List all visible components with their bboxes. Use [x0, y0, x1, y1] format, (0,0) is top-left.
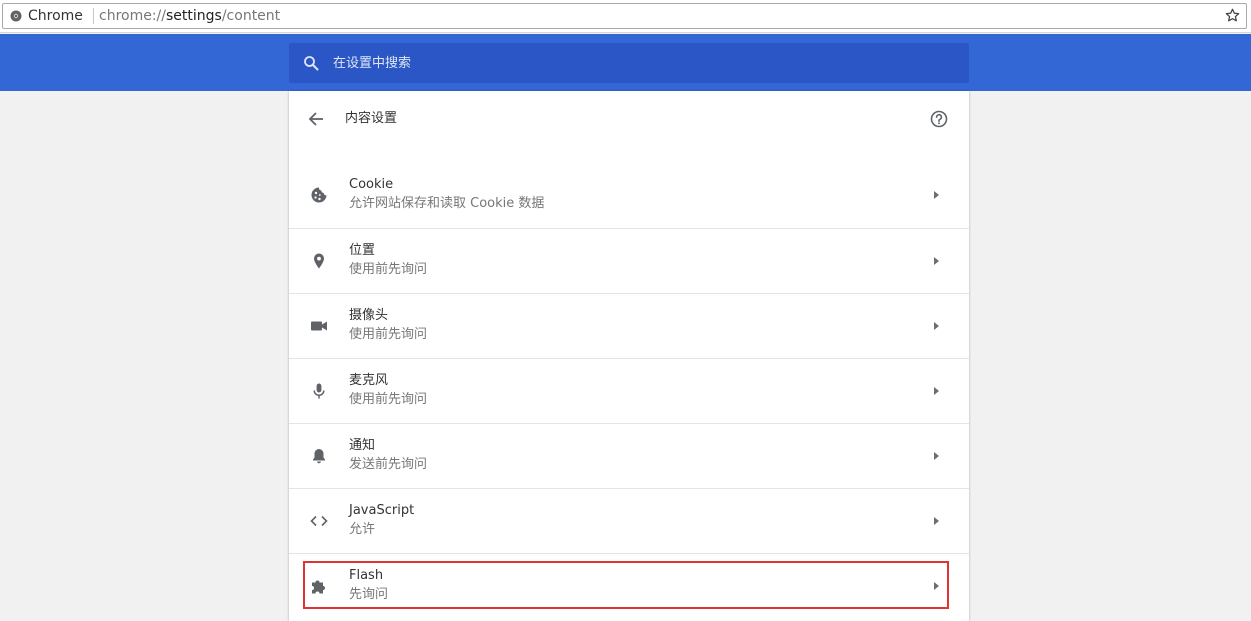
- chevron-right-icon: [934, 387, 939, 395]
- chrome-logo-icon: [10, 10, 22, 22]
- settings-row-location[interactable]: 位置 使用前先询问: [289, 228, 969, 293]
- settings-row-flash[interactable]: Flash 先询问: [289, 553, 969, 618]
- settings-row-label: 位置: [349, 243, 376, 258]
- content-settings-card: 内容设置 Cookie 允许网站保存和读取 Cookie 数据 位置 使用前先询…: [289, 91, 969, 621]
- settings-row-camera[interactable]: 摄像头 使用前先询问: [289, 293, 969, 358]
- url-text[interactable]: chrome://settings/content: [99, 7, 280, 25]
- puzzle-icon: [309, 576, 329, 596]
- chevron-right-icon: [934, 582, 939, 590]
- settings-row-subtitle: 使用前先询问: [349, 262, 428, 277]
- search-icon[interactable]: [303, 55, 319, 71]
- chevron-right-icon: [934, 452, 939, 460]
- chevron-right-icon: [934, 517, 939, 525]
- settings-row-notifications[interactable]: 通知 发送前先询问: [289, 423, 969, 488]
- settings-row-subtitle: 使用前先询问: [349, 392, 428, 407]
- arrow-back-icon[interactable]: [307, 109, 327, 129]
- location-pin-icon: [309, 251, 329, 271]
- page-title: 内容设置: [345, 111, 398, 126]
- url-path: /content: [221, 8, 281, 24]
- settings-row-subtitle: 先询问: [349, 587, 389, 602]
- omnibox[interactable]: Chrome chrome://settings/content: [2, 3, 1247, 29]
- settings-search-box[interactable]: [289, 43, 969, 83]
- settings-row-label: 通知: [349, 438, 376, 453]
- settings-row-label: 摄像头: [349, 308, 389, 323]
- code-icon: [309, 511, 329, 531]
- settings-row-javascript[interactable]: JavaScript 允许: [289, 488, 969, 553]
- card-header: 内容设置: [289, 91, 969, 147]
- settings-toolbar: [0, 34, 1251, 91]
- url-scheme: chrome://: [99, 8, 166, 24]
- settings-row-label: Flash: [349, 568, 384, 583]
- settings-row-subtitle: 允许网站保存和读取 Cookie 数据: [349, 196, 545, 211]
- chevron-right-icon: [934, 191, 939, 199]
- omnibox-divider: [93, 8, 94, 24]
- settings-row-label: 麦克风: [349, 373, 389, 388]
- browser-address-bar: Chrome chrome://settings/content: [0, 0, 1251, 33]
- chevron-right-icon: [934, 322, 939, 330]
- bell-icon: [309, 446, 329, 466]
- settings-row-microphone[interactable]: 麦克风 使用前先询问: [289, 358, 969, 423]
- settings-row-label: JavaScript: [349, 503, 415, 518]
- cookie-icon: [309, 185, 329, 205]
- chevron-right-icon: [934, 257, 939, 265]
- camera-icon: [309, 316, 329, 336]
- settings-row-label: Cookie: [349, 177, 394, 192]
- star-icon[interactable]: [1224, 7, 1241, 24]
- site-chip-label: Chrome: [28, 8, 83, 24]
- settings-list: Cookie 允许网站保存和读取 Cookie 数据 位置 使用前先询问 摄像头…: [289, 163, 969, 618]
- settings-row-subtitle: 发送前先询问: [349, 457, 428, 472]
- settings-row-cookie[interactable]: Cookie 允许网站保存和读取 Cookie 数据: [289, 163, 969, 228]
- help-circle-icon[interactable]: [929, 109, 949, 129]
- url-host: settings: [166, 8, 222, 24]
- microphone-icon: [309, 381, 329, 401]
- settings-row-subtitle: 允许: [349, 522, 376, 537]
- search-input[interactable]: [333, 43, 933, 83]
- settings-row-subtitle: 使用前先询问: [349, 327, 428, 342]
